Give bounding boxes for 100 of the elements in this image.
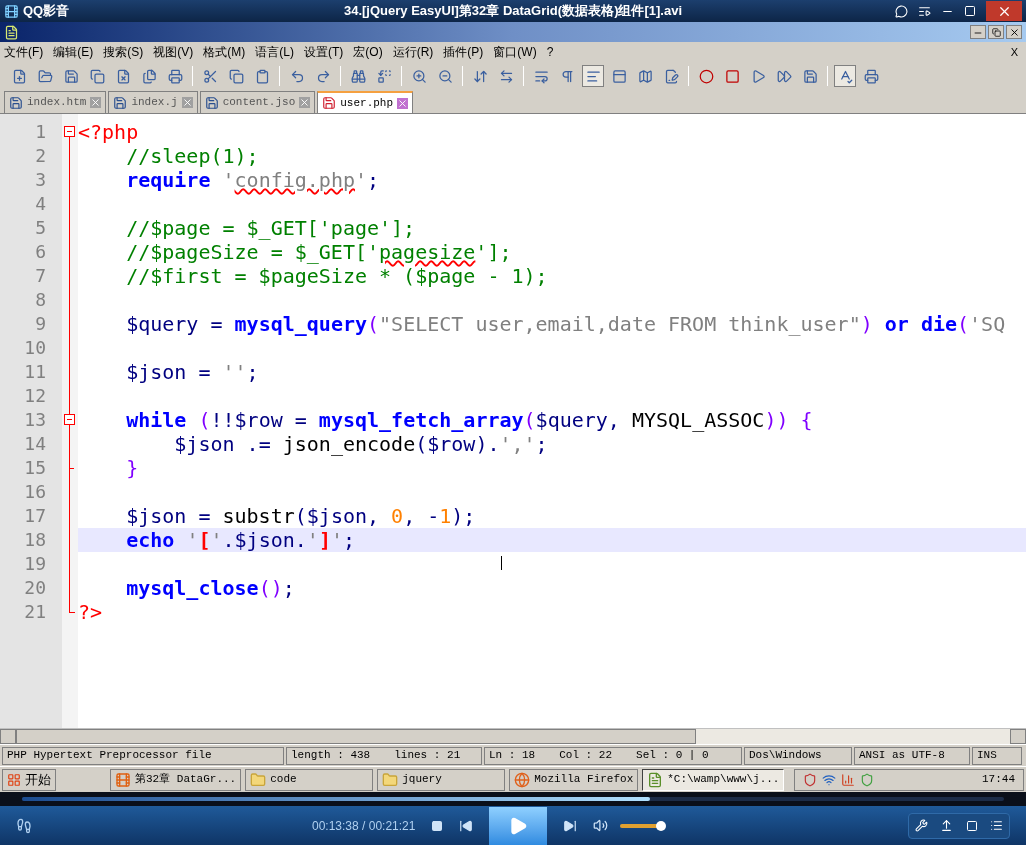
menu-item[interactable]: 窗口(W) xyxy=(493,43,537,61)
clock: 17:44 xyxy=(982,772,1015,788)
playback-time: 00:13:38 / 00:21:21 xyxy=(312,817,416,835)
line-number: 12 xyxy=(23,384,47,408)
restore-button[interactable] xyxy=(988,25,1004,39)
status-text: lines : 21 xyxy=(394,748,461,764)
stop-icon[interactable] xyxy=(431,819,444,832)
horizontal-scrollbar[interactable] xyxy=(0,728,1026,744)
maximize-icon[interactable] xyxy=(964,5,976,17)
code-text: //$page = $_GET['page']; xyxy=(125,216,417,240)
player-logo-icon xyxy=(4,3,19,19)
menu-item[interactable]: 插件(P) xyxy=(443,43,484,61)
scroll-left-button[interactable] xyxy=(0,729,16,744)
line-number: 9 xyxy=(34,312,47,336)
volume-icon[interactable] xyxy=(593,818,609,833)
code-text: //$pageSize = $_GET['pagesize']; xyxy=(125,240,513,264)
status-text: Sel : 0 | 0 xyxy=(636,748,709,764)
menu-item[interactable]: 格式(M) xyxy=(203,43,246,61)
code-text: $query = mysql_query("SELECT user,email,date FROM think_user") or die('SQ xyxy=(125,312,1007,336)
close-document-window-button[interactable] xyxy=(1006,25,1022,39)
file-tab[interactable]: content.jso xyxy=(199,91,316,113)
line-number: 6 xyxy=(34,240,47,264)
close-icon[interactable] xyxy=(397,97,409,109)
menu-item[interactable]: 宏(O) xyxy=(353,43,383,61)
status-text: Ln : 18 xyxy=(489,748,536,764)
close-icon[interactable] xyxy=(299,97,311,108)
restore-icon xyxy=(991,27,1001,37)
close-button[interactable] xyxy=(986,1,1022,21)
code-text: $json = ''; xyxy=(125,360,260,384)
line-number: 10 xyxy=(23,336,47,360)
volume-slider[interactable] xyxy=(620,820,665,831)
code-text: //sleep(1); xyxy=(125,144,260,168)
globe-icon xyxy=(514,771,531,788)
line-number: 5 xyxy=(34,216,47,240)
status-text: Dos\Windows xyxy=(749,748,822,764)
eject-icon xyxy=(940,819,953,832)
status-text: Col : 22 xyxy=(559,748,613,764)
file-tab[interactable]: index.j xyxy=(108,91,198,113)
menu-item[interactable]: 设置(T) xyxy=(304,43,344,61)
scrollbar-thumb[interactable] xyxy=(16,729,696,744)
taskbar-button[interactable]: code xyxy=(245,768,374,791)
line-number: 19 xyxy=(23,552,47,576)
code-text: } xyxy=(125,456,140,480)
chat-icon[interactable] xyxy=(895,4,908,18)
code-text: //$first = $pageSize * ($page - 1); xyxy=(125,264,549,288)
footprints-icon[interactable] xyxy=(16,817,32,834)
close-icon[interactable] xyxy=(90,97,102,108)
code-text: <?php xyxy=(78,120,140,144)
network-icon xyxy=(822,772,837,787)
code-text: require 'config.php'; xyxy=(125,168,381,192)
code-editor[interactable] xyxy=(0,114,1026,744)
shield-icon xyxy=(860,772,875,787)
status-text: PHP Hypertext Preprocessor file xyxy=(7,748,212,764)
menu-item[interactable]: 文件(F) xyxy=(4,43,44,61)
taskbar-button[interactable]: Mozilla Firefox xyxy=(509,768,639,791)
taskbar-button[interactable]: jquery xyxy=(377,768,506,791)
taskbar-button[interactable]: *C:\wamp\www\j... xyxy=(642,768,785,791)
minimize-button[interactable] xyxy=(970,25,986,39)
status-text: length : 438 xyxy=(291,748,371,764)
close-icon[interactable] xyxy=(181,97,193,108)
file-tab[interactable]: user.php xyxy=(317,91,414,113)
fold-toggle[interactable] xyxy=(64,414,75,425)
line-number: 18 xyxy=(23,528,47,552)
close-document-button[interactable]: X xyxy=(1010,43,1022,61)
line-number: 15 xyxy=(23,456,47,480)
folder-icon xyxy=(382,771,399,788)
menu-item[interactable]: 语言(L) xyxy=(255,43,294,61)
previous-icon[interactable] xyxy=(459,818,474,833)
shield-icon xyxy=(803,772,818,787)
seek-bar[interactable] xyxy=(22,797,1004,801)
line-number: 1 xyxy=(34,120,47,144)
next-icon[interactable] xyxy=(563,818,578,833)
menu-item[interactable]: 搜索(S) xyxy=(103,43,144,61)
list-icon xyxy=(990,819,1003,832)
scroll-right-button[interactable] xyxy=(1010,729,1026,744)
chart-icon xyxy=(841,772,856,787)
line-number: 14 xyxy=(23,432,47,456)
notepad-icon xyxy=(4,24,19,40)
code-text: $json = substr($json, 0, -1); xyxy=(125,504,477,528)
line-number: 7 xyxy=(34,264,47,288)
menu-item[interactable]: 视图(V) xyxy=(153,43,194,61)
spellcheck-icon[interactable] xyxy=(834,65,856,87)
fold-toggle[interactable] xyxy=(64,126,75,137)
app-name: QQ影音 xyxy=(23,2,70,21)
start-button[interactable]: 开始 xyxy=(2,768,56,791)
notepad-icon xyxy=(647,771,664,788)
play-button[interactable] xyxy=(489,806,548,845)
taskbar-button[interactable]: 第32章 DataGr... xyxy=(110,768,242,791)
menu-item[interactable]: 运行(R) xyxy=(392,43,434,61)
file-tab[interactable]: index.htm xyxy=(4,91,107,113)
playlist-icon[interactable] xyxy=(918,4,931,18)
line-number: 16 xyxy=(23,480,47,504)
menu-item[interactable]: 编辑(E) xyxy=(53,43,94,61)
video-title: 34.[jQuery EasyUI]第32章 DataGrid(数据表格)组件[1].avi xyxy=(342,2,684,21)
menu-item[interactable]: ? xyxy=(546,43,554,61)
close-icon xyxy=(1008,26,1020,38)
windows-logo-icon xyxy=(7,772,21,787)
status-text: INS xyxy=(977,748,997,764)
line-number: 13 xyxy=(23,408,47,432)
code-text: echo '['.$json.']'; xyxy=(78,528,1026,552)
